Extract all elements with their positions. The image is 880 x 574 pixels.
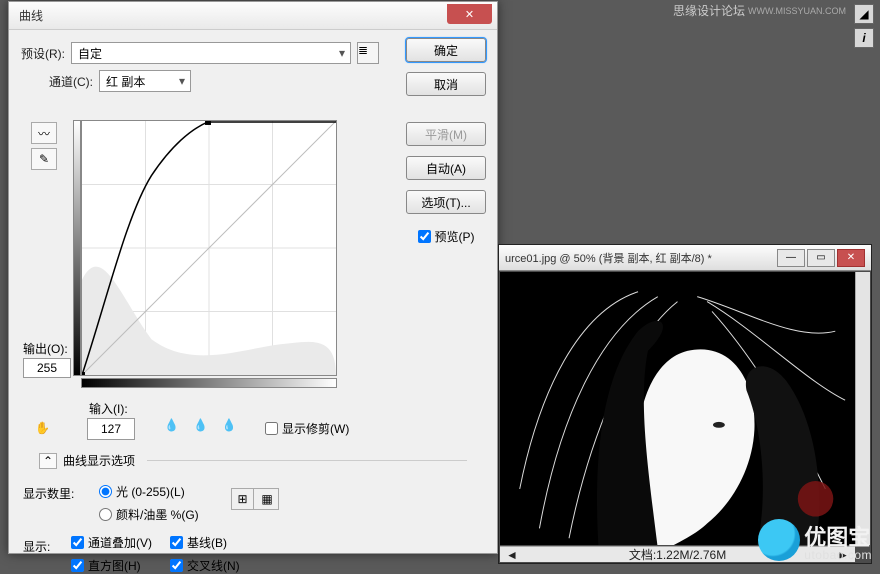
radio-light-row[interactable]: 光 (0-255)(L) [99, 483, 199, 500]
watermark-cn: 优图宝 [804, 527, 870, 549]
preview-label: 预览(P) [435, 228, 475, 245]
check-histogram-row[interactable]: 直方图(H) [71, 557, 152, 574]
eyedropper-black-icon[interactable]: 💧 [164, 418, 179, 432]
grid-fine-icon[interactable]: ▦ [256, 489, 278, 509]
output-label: 输出(O): [23, 340, 68, 357]
dialog-title: 曲线 [19, 7, 43, 24]
forum-credit: 思缘设计论坛 WWW.MISSYUAN.COM [673, 2, 846, 19]
check-histogram[interactable] [71, 559, 84, 572]
preset-menu-button[interactable]: ≣ [357, 42, 379, 64]
document-canvas[interactable] [500, 272, 855, 545]
watermark: 优图宝 utobao.com [758, 519, 872, 561]
channel-value: 红 副本 [106, 73, 145, 90]
input-gradient [81, 378, 337, 388]
cancel-button[interactable]: 取消 [406, 72, 486, 96]
curve-options-expander[interactable]: ⌃ 曲线显示选项 [39, 452, 135, 469]
close-button[interactable] [447, 4, 492, 24]
grid-size-toggle[interactable]: ⊞ ▦ [231, 488, 279, 510]
check-channel-overlay[interactable] [71, 536, 84, 549]
check-channel-overlay-row[interactable]: 通道叠加(V) [71, 534, 152, 551]
check-intersection-row[interactable]: 交叉线(N) [170, 557, 240, 574]
hand-tool-icon[interactable]: ✋ [35, 415, 50, 438]
vertical-scrollbar[interactable] [855, 272, 870, 545]
check-intersection[interactable] [170, 559, 183, 572]
curves-dialog: 曲线 预设(R): 自定 ≣ 通道(C): 红 副本 确定 取消 平滑(M) 自… [8, 1, 498, 554]
info-panel-icon[interactable]: i [854, 28, 874, 48]
radio-light[interactable] [99, 485, 112, 498]
ok-button[interactable]: 确定 [406, 38, 486, 62]
maximize-button[interactable]: ▭ [807, 249, 835, 267]
input-field[interactable]: 127 [87, 418, 135, 440]
eyedropper-white-icon[interactable]: 💧 [222, 418, 237, 432]
pencil-tool-icon[interactable]: ✎ [31, 148, 57, 170]
channel-label: 通道(C): [49, 73, 93, 90]
channel-select[interactable]: 红 副本 [99, 70, 191, 92]
eyedropper-gray-icon[interactable]: 💧 [193, 418, 208, 432]
show-clipping-label: 显示修剪(W) [282, 420, 349, 437]
grid-coarse-icon[interactable]: ⊞ [232, 489, 254, 509]
preset-select[interactable]: 自定 [71, 42, 351, 64]
document-title: urce01.jpg @ 50% (背景 副本, 红 副本/8) * [505, 250, 777, 266]
curve-options-label: 曲线显示选项 [63, 452, 135, 469]
options-button[interactable]: 选项(T)... [406, 190, 486, 214]
minimize-button[interactable]: — [777, 249, 805, 267]
divider [147, 460, 467, 461]
histogram-panel-icon[interactable]: ◢ [854, 4, 874, 24]
preview-checkbox[interactable] [418, 230, 431, 243]
dialog-titlebar[interactable]: 曲线 [9, 2, 497, 30]
document-window: urce01.jpg @ 50% (背景 副本, 红 副本/8) * — ▭ ✕ [498, 244, 872, 564]
radio-ink[interactable] [99, 508, 112, 521]
check-baseline[interactable] [170, 536, 183, 549]
output-gradient [73, 120, 81, 376]
preset-value: 自定 [78, 45, 102, 62]
auto-button[interactable]: 自动(A) [406, 156, 486, 180]
curve-svg [82, 121, 336, 375]
preset-label: 预设(R): [21, 45, 65, 62]
curve-graph[interactable] [81, 120, 337, 376]
input-label: 输入(I): [89, 400, 128, 417]
show-clipping-row[interactable]: 显示修剪(W) [265, 420, 349, 437]
watermark-url: utobao.com [804, 549, 872, 561]
smooth-button[interactable]: 平滑(M) [406, 122, 486, 146]
image-content [500, 272, 855, 545]
show-clipping-checkbox[interactable] [265, 422, 278, 435]
status-prev-icon[interactable]: ◄ [500, 548, 524, 562]
document-titlebar[interactable]: urce01.jpg @ 50% (背景 副本, 红 副本/8) * — ▭ ✕ [499, 245, 871, 271]
show-label: 显示: [23, 538, 50, 555]
radio-ink-row[interactable]: 颜料/油墨 %(G) [99, 506, 199, 523]
display-amount-label: 显示数里: [23, 485, 74, 502]
forum-name: 思缘设计论坛 [673, 2, 745, 19]
forum-url: WWW.MISSYUAN.COM [748, 6, 846, 16]
preview-checkbox-row[interactable]: 预览(P) [418, 228, 475, 245]
check-baseline-row[interactable]: 基线(B) [170, 534, 240, 551]
doc-close-button[interactable]: ✕ [837, 249, 865, 267]
expand-arrow-icon: ⌃ [39, 453, 57, 469]
output-field[interactable]: 255 [23, 358, 71, 378]
curve-tool-icon[interactable]: 〰 [31, 122, 57, 144]
watermark-logo-icon [758, 519, 800, 561]
